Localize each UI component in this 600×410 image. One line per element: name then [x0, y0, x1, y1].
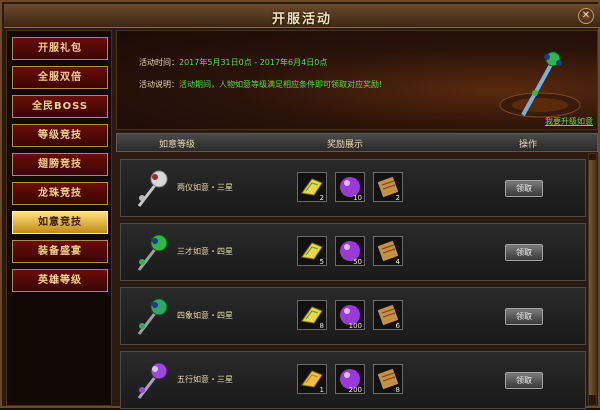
ruyi-level-name: 三才如意・四星: [177, 247, 233, 256]
list-scrollbar[interactable]: [588, 153, 597, 406]
activity-desc-label: 活动说明：: [139, 80, 179, 89]
ruyi-icon: [137, 298, 168, 335]
activity-desc-value: 活动期间，人物如意等级满足相应条件即可领取对应奖励!: [179, 80, 383, 89]
sidebar-item-equip-feast[interactable]: 装备盛宴: [12, 240, 108, 263]
sidebar-item-world-boss[interactable]: 全民BOSS: [12, 95, 108, 118]
title-bar: 开服活动 ✕: [4, 4, 600, 28]
sidebar: 开服礼包 全服双倍 全民BOSS 等级竞技 翅膀竞技 龙珠竞技 如意竞技 装备盛…: [6, 30, 112, 406]
ruyi-level-name: 四象如意・四星: [177, 311, 233, 320]
reward-count: 1: [319, 386, 324, 394]
reward-count: 4: [395, 258, 400, 266]
claim-button[interactable]: 领取: [505, 180, 543, 197]
reward-row: 两仪如意・三星 2 10 2 领取: [120, 159, 586, 217]
reward-count: 100: [348, 322, 362, 330]
ruyi-artifact-icon: [499, 51, 581, 118]
activity-time: 活动时间：2017年5月31日0点 - 2017年6月4日0点: [139, 57, 327, 68]
activity-time-label: 活动时间：: [139, 58, 179, 67]
column-header-reward: 奖励展示: [327, 140, 364, 150]
reward-list: 两仪如意・三星 2 10 2 领取 三才如意・四星 5 50 4 领取 四象如意…: [116, 153, 586, 410]
reward-row: 五行如意・三星 1 200 8 领取: [120, 351, 586, 409]
reward-slot-scroll[interactable]: 8: [373, 364, 403, 394]
ruyi-level-name: 五行如意・三星: [177, 375, 233, 384]
sidebar-item-double-exp[interactable]: 全服双倍: [12, 66, 108, 89]
reward-slot-wings[interactable]: 8: [297, 300, 327, 330]
activity-description: 活动说明：活动期间，人物如意等级满足相应条件即可领取对应奖励!: [139, 79, 382, 90]
reward-count: 5: [319, 258, 324, 266]
reward-slot-orb[interactable]: 100: [335, 300, 365, 330]
claim-button[interactable]: 领取: [505, 244, 543, 261]
reward-slot-wings[interactable]: 1: [297, 364, 327, 394]
window-title: 开服活动: [271, 12, 332, 27]
activity-banner: 活动时间：2017年5月31日0点 - 2017年6月4日0点 活动说明：活动期…: [116, 30, 598, 130]
sidebar-item-dragonball-race[interactable]: 龙珠竞技: [12, 182, 108, 205]
column-header-level: 如意等级: [159, 140, 196, 150]
reward-count: 10: [353, 194, 362, 202]
reward-count: 2: [395, 194, 400, 202]
claim-button[interactable]: 领取: [505, 372, 543, 389]
sidebar-item-opening-gift[interactable]: 开服礼包: [12, 37, 108, 60]
reward-row: 四象如意・四星 8 100 6 领取: [120, 287, 586, 345]
activity-window: 开服活动 ✕ 开服礼包 全服双倍 全民BOSS 等级竞技 翅膀竞技 龙珠竞技 如…: [0, 0, 600, 410]
ruyi-icon: [137, 362, 168, 399]
reward-slot-scroll[interactable]: 6: [373, 300, 403, 330]
close-button[interactable]: ✕: [578, 8, 594, 24]
reward-slot-orb[interactable]: 200: [335, 364, 365, 394]
sidebar-item-ruyi-race[interactable]: 如意竞技: [12, 211, 108, 234]
reward-count: 2: [319, 194, 324, 202]
sidebar-item-level-race[interactable]: 等级竞技: [12, 124, 108, 147]
activity-time-value: 2017年5月31日0点 - 2017年6月4日0点: [179, 58, 328, 67]
reward-slot-wings[interactable]: 5: [297, 236, 327, 266]
ruyi-icon: [137, 234, 168, 271]
reward-count: 8: [395, 386, 400, 394]
reward-slot-orb[interactable]: 10: [335, 172, 365, 202]
ruyi-level-name: 两仪如意・三星: [177, 183, 233, 192]
reward-count: 8: [319, 322, 324, 330]
column-header-action: 操作: [519, 140, 538, 150]
reward-slot-scroll[interactable]: 2: [373, 172, 403, 202]
reward-slot-orb[interactable]: 50: [335, 236, 365, 266]
reward-slot-wings[interactable]: 2: [297, 172, 327, 202]
scroll-thumb[interactable]: [589, 160, 596, 395]
upgrade-ruyi-link[interactable]: 我要升级如意: [545, 116, 593, 127]
close-icon: ✕: [581, 10, 591, 21]
table-header: 如意等级 奖励展示 操作: [116, 133, 598, 152]
sidebar-item-wings-race[interactable]: 翅膀竞技: [12, 153, 108, 176]
reward-slot-scroll[interactable]: 4: [373, 236, 403, 266]
reward-count: 200: [348, 386, 362, 394]
reward-row: 三才如意・四星 5 50 4 领取: [120, 223, 586, 281]
reward-count: 6: [395, 322, 400, 330]
sidebar-item-hero-level[interactable]: 英雄等级: [12, 269, 108, 292]
ruyi-icon: [137, 170, 168, 207]
claim-button[interactable]: 领取: [505, 308, 543, 325]
reward-count: 50: [353, 258, 362, 266]
